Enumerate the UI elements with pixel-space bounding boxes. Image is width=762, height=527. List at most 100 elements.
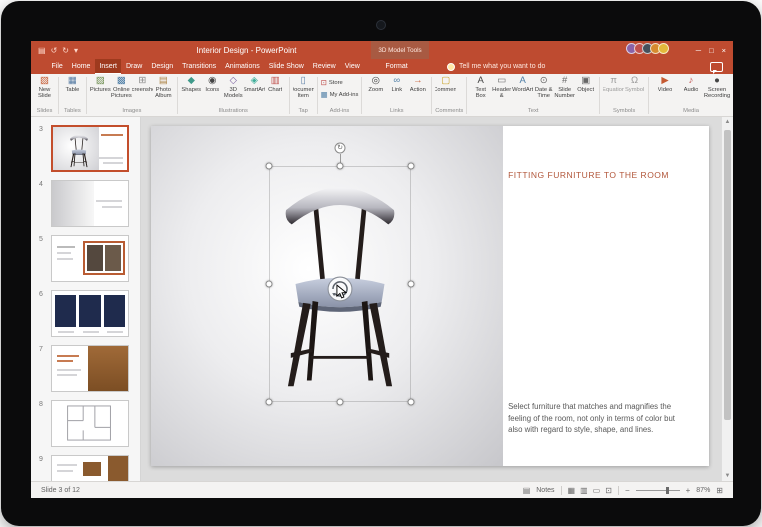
normal-view-icon[interactable]: ▦ [568,486,576,495]
ribbon-button-wordart[interactable]: AWordArt [512,75,533,93]
tab-format[interactable]: Format [381,59,412,74]
ribbon-button-chart[interactable]: ▥Chart [265,75,286,93]
date-time-icon: ⊙ [540,75,548,87]
ribbon-button-my-add-ins[interactable]: ▦My Add-ins [321,90,359,99]
tell-me-box[interactable]: Tell me what you want to do [447,59,545,74]
slide-thumbnail-8[interactable] [51,400,129,447]
resize-handle-sw[interactable] [266,399,273,406]
slide-thumbnail-5[interactable] [51,235,129,282]
screenshot-icon: ⊞ [138,75,146,87]
zoom-slider-track[interactable] [636,490,680,491]
tab-animations[interactable]: Animations [221,59,265,74]
undo-icon[interactable]: ↺ [51,46,58,55]
tab-review[interactable]: Review [308,59,340,74]
vertical-scrollbar[interactable]: ▲ ▼ [721,117,733,481]
ribbon-button-audio[interactable]: ♪Audio [678,75,704,93]
ribbon-button-video[interactable]: ▶Video [652,75,678,93]
ribbon-button-pictures[interactable]: ▨Pictures [90,75,111,93]
ribbon-button-symbol[interactable]: ΩSymbol [624,75,645,93]
resize-handle-ne[interactable] [408,163,415,170]
3d-rotate-control[interactable] [327,276,353,302]
ribbon-button-table[interactable]: ▦Table [62,75,83,93]
video-icon: ▶ [661,75,668,87]
ribbon-button-link[interactable]: ∞Link [386,75,407,93]
zoom-percent[interactable]: 87% [696,487,710,494]
ribbon-group-illustrations: ◆Shapes◉Icons◇3D Models◈SmartArt▥ChartIl… [179,75,288,116]
tab-draw[interactable]: Draw [121,59,146,74]
thumbnail-row: 7 [31,345,140,392]
zoom-in-button[interactable]: + [686,486,691,495]
ribbon-button-object[interactable]: ▣Object [575,75,596,93]
ribbon-button-store[interactable]: ⊡Store [321,78,343,87]
save-icon[interactable]: ▤ [38,46,46,55]
window-title: Interior Design - PowerPoint [149,41,344,59]
slide-thumbnail-9[interactable] [51,455,129,481]
ribbon-button-slide-number[interactable]: #Slide Number [554,75,575,100]
header-footer-icon: ▭ [497,75,506,87]
slide-body-textbox[interactable]: Select furniture that matches and magnif… [508,401,685,436]
ribbon-button-new-slide[interactable]: ▧New Slide [34,75,55,100]
resize-handle-n[interactable] [337,163,344,170]
restore-button[interactable]: □ [709,46,714,55]
zoom-slider-thumb[interactable] [666,487,669,494]
resize-handle-se[interactable] [408,399,415,406]
scroll-down-icon[interactable]: ▼ [722,473,733,479]
scroll-up-icon[interactable]: ▲ [722,119,733,125]
zoom-slider[interactable] [636,490,680,491]
slide-thumbnail-4[interactable] [51,180,129,227]
ribbon-button-icons[interactable]: ◉Icons [202,75,223,93]
resize-handle-e[interactable] [408,281,415,288]
resize-handle-w[interactable] [266,281,273,288]
ribbon-button-header-footer[interactable]: ▭Header & Footer [491,75,512,100]
rotate-handle[interactable]: ↻ [335,143,346,154]
reading-view-icon[interactable]: ▭ [593,486,601,495]
tab-view[interactable]: View [340,59,364,74]
resize-handle-s[interactable] [337,399,344,406]
fit-to-window-button[interactable]: ⊞ [716,486,723,495]
tab-file[interactable]: File [47,59,67,74]
ribbon-button-smartart[interactable]: ◈SmartArt [244,75,265,93]
ribbon-button-online-pictures[interactable]: ▩Online Pictures [111,75,132,100]
minimize-button[interactable]: ─ [696,46,701,55]
ribbon-button-equation[interactable]: πEquation [603,75,624,93]
zoom-out-button[interactable]: − [625,486,630,495]
ribbon-button-zoom[interactable]: ◎Zoom [365,75,386,93]
my-add-ins-icon: ▦ [321,90,328,99]
avatar[interactable] [658,43,669,54]
thumbnail-panel[interactable]: 3 4 5 6 7 8 9 [31,117,141,481]
ribbon-button-screen-recording[interactable]: ●Screen Recording [704,75,730,100]
tab-slide-show[interactable]: Slide Show [264,59,308,74]
feedback-chat-icon[interactable] [710,62,723,72]
tab-insert[interactable]: Insert [95,59,122,74]
slide-thumbnail-6[interactable] [51,290,129,337]
tab-transitions[interactable]: Transitions [178,59,221,74]
slideshow-view-icon[interactable]: ⊡ [605,486,612,495]
ribbon-button-text-box[interactable]: AText Box [470,75,491,100]
ribbon-button-shapes[interactable]: ◆Shapes [181,75,202,93]
slide-thumbnail-7[interactable] [51,345,129,392]
tab-home[interactable]: Home [67,59,95,74]
tab-design[interactable]: Design [147,59,178,74]
ribbon-button-comment[interactable]: ▢Comment [435,75,456,93]
scrollbar-thumb[interactable] [724,130,731,420]
collaborator-avatars[interactable] [629,43,669,54]
close-button[interactable]: × [722,46,726,55]
ribbon-button-date-time[interactable]: ⊙Date & Time [533,75,554,100]
notes-button[interactable]: Notes [536,487,554,494]
ribbon-button-document-item[interactable]: ▯Document Item [293,75,314,100]
customize-quick-access-icon[interactable]: ▾ [74,46,78,55]
group-divider [599,77,600,114]
ribbon-button-screenshot[interactable]: ⊞Screenshot [132,75,153,93]
redo-icon[interactable]: ↻ [62,46,69,55]
slide-number: 4 [31,180,51,188]
ribbon-tabs: FileHomeInsertDrawDesignTransitionsAnima… [47,59,364,74]
ribbon-button-photo-album[interactable]: ▤Photo Album [153,75,174,100]
3d-model-chair[interactable]: ↻ [269,166,411,402]
ribbon-button-action[interactable]: →Action [407,75,428,93]
slide-thumbnail-3[interactable] [51,125,129,172]
slide-title-textbox[interactable]: FITTING FURNITURE TO THE ROOM [508,170,693,181]
slide-canvas[interactable]: FITTING FURNITURE TO THE ROOM Select fur… [151,126,709,466]
ribbon-button-3d-models[interactable]: ◇3D Models [223,75,244,100]
resize-handle-nw[interactable] [266,163,273,170]
slide-sorter-view-icon[interactable]: ▥ [580,486,588,495]
